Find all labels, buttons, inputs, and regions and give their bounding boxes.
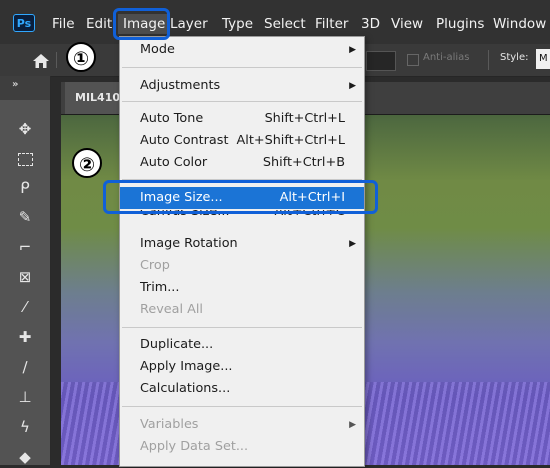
- submenu-arrow-icon: ▶: [349, 239, 356, 249]
- style-select[interactable]: M: [536, 49, 550, 69]
- menu-item-apply-data-set: Apply Data Set...: [140, 439, 249, 454]
- menu-item-reveal-all: Reveal All: [140, 302, 203, 317]
- menu-3d[interactable]: 3D: [361, 14, 380, 34]
- menu-view[interactable]: View: [391, 14, 423, 34]
- menu-select[interactable]: Select: [264, 14, 306, 34]
- lasso-icon[interactable]: ᑭ: [10, 177, 40, 199]
- step-2-callout: ②: [72, 148, 102, 178]
- image-size-highlight: [103, 180, 378, 214]
- menu-item-auto-contrast[interactable]: Auto Contrast Alt+Shift+Ctrl+L: [120, 130, 364, 152]
- menu-window[interactable]: Window: [493, 14, 546, 34]
- image-menu-highlight: [113, 8, 170, 40]
- brush-icon[interactable]: ∕: [10, 356, 40, 378]
- menu-filter[interactable]: Filter: [315, 14, 348, 34]
- menu-layer[interactable]: Layer: [170, 14, 208, 34]
- photoshop-logo: Ps: [13, 14, 35, 32]
- style-label: Style:: [500, 52, 529, 63]
- menu-item-adjustments[interactable]: Adjustments ▶: [120, 75, 364, 97]
- menu-item-apply-image[interactable]: Apply Image...: [120, 356, 364, 378]
- options-divider: [56, 52, 57, 68]
- eyedropper-icon[interactable]: ⁄: [10, 296, 40, 318]
- options-divider: [488, 50, 489, 70]
- menu-item-auto-tone[interactable]: Auto Tone Shift+Ctrl+L: [120, 108, 364, 130]
- crop-icon[interactable]: ⌐: [10, 236, 40, 258]
- marquee-icon[interactable]: [10, 148, 40, 170]
- submenu-arrow-icon: ▶: [349, 420, 356, 430]
- anti-alias-checkbox[interactable]: [407, 54, 419, 66]
- menu-item-auto-color[interactable]: Auto Color Shift+Ctrl+B: [120, 152, 364, 174]
- home-icon[interactable]: [32, 53, 50, 69]
- menu-file[interactable]: File: [52, 14, 75, 34]
- menu-type[interactable]: Type: [222, 14, 253, 34]
- history-brush-icon[interactable]: ϟ: [10, 416, 40, 438]
- submenu-arrow-icon: ▶: [349, 45, 356, 55]
- menu-item-trim[interactable]: Trim...: [120, 277, 364, 299]
- healing-brush-icon[interactable]: ✚: [10, 326, 40, 348]
- collapse-icon[interactable]: »: [12, 79, 18, 90]
- tools-panel: » ✥ ᑭ ✎ ⌐ ⊠ ⁄ ✚ ∕ ⊥ ϟ ◆: [0, 76, 51, 466]
- step-1-callout: ①: [66, 42, 96, 72]
- menu-item-image-rotation[interactable]: Image Rotation ▶: [120, 233, 364, 255]
- frame-icon[interactable]: ⊠: [10, 266, 40, 288]
- menu-item-calculations[interactable]: Calculations...: [120, 378, 364, 400]
- quick-select-icon[interactable]: ✎: [10, 206, 40, 228]
- submenu-arrow-icon: ▶: [349, 81, 356, 91]
- menu-item-mode[interactable]: Mode ▶: [120, 39, 364, 61]
- image-menu-dropdown: Mode ▶ Adjustments ▶ Auto Tone Shift+Ctrl+L…: [119, 36, 365, 467]
- menu-item-crop: Crop: [140, 258, 170, 273]
- clone-stamp-icon[interactable]: ⊥: [10, 386, 40, 408]
- feather-field[interactable]: [366, 51, 396, 71]
- menu-item-variables: Variables ▶: [120, 414, 364, 436]
- menu-item-duplicate[interactable]: Duplicate...: [120, 334, 364, 356]
- anti-alias-label: Anti-alias: [423, 52, 470, 63]
- menu-plugins[interactable]: Plugins: [436, 14, 484, 34]
- tools-panel-header: »: [0, 76, 50, 100]
- menu-edit[interactable]: Edit: [86, 14, 112, 34]
- move-icon[interactable]: ✥: [10, 118, 40, 140]
